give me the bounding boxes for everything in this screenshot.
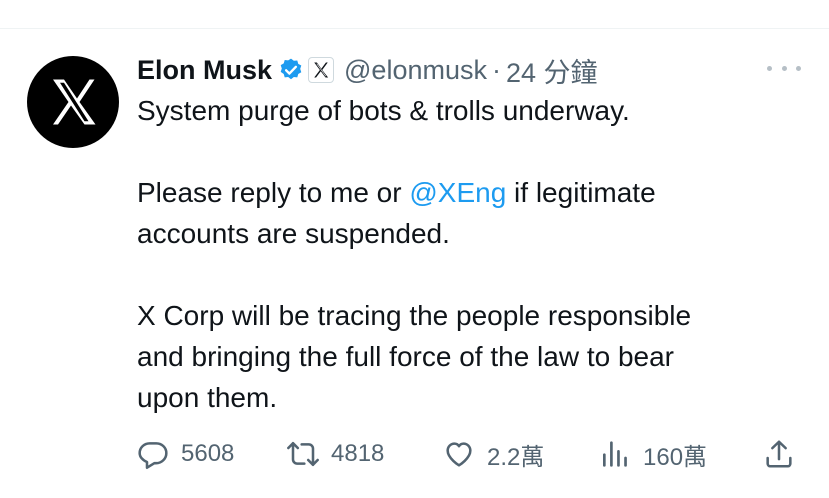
- tweet-text: System purge of bots & trolls underway. …: [137, 90, 797, 418]
- text-line: Please reply to me or @XEng if legitimat…: [137, 177, 656, 208]
- text-line: System purge of bots & trolls underway.: [137, 95, 630, 126]
- affiliate-x-icon[interactable]: [308, 57, 335, 83]
- x-logo-icon: [53, 79, 96, 125]
- repost-icon: [287, 441, 319, 467]
- reply-icon: [138, 442, 168, 469]
- reply-count: 5608: [181, 440, 235, 467]
- action-bar: 5608 4818 2.2萬 160萬: [137, 432, 807, 476]
- text-line: X Corp will be tracing the people respon…: [137, 300, 692, 331]
- like-button[interactable]: 2.2萬: [443, 432, 544, 476]
- repost-count: 4818: [331, 440, 385, 467]
- views-icon: [603, 441, 627, 467]
- repost-button[interactable]: 4818: [287, 432, 384, 476]
- author-handle[interactable]: @elonmusk: [344, 55, 487, 86]
- like-icon: [446, 442, 472, 467]
- share-button[interactable]: [763, 432, 795, 476]
- divider: [0, 28, 829, 29]
- share-icon: [766, 440, 792, 468]
- more-icon[interactable]: [767, 58, 801, 78]
- views-count: 160萬: [643, 443, 708, 471]
- like-count: 2.2萬: [487, 443, 545, 471]
- reply-button[interactable]: 5608: [137, 432, 234, 476]
- tweet-header: Elon Musk @elonmusk · 24 分鐘: [137, 50, 749, 90]
- tweet-card[interactable]: Elon Musk @elonmusk · 24 分鐘 System purge…: [0, 0, 829, 498]
- author-name[interactable]: Elon Musk: [137, 55, 272, 86]
- text-line: and bringing the full force of the law t…: [137, 341, 675, 372]
- verified-badge-icon: [280, 58, 302, 80]
- separator-dot: ·: [491, 54, 501, 85]
- timestamp[interactable]: 24 分鐘: [506, 51, 598, 90]
- text-line: accounts are suspended.: [137, 218, 450, 249]
- text-line: upon them.: [137, 382, 278, 413]
- mention-link[interactable]: @XEng: [409, 177, 506, 208]
- views-button[interactable]: 160萬: [599, 432, 707, 476]
- avatar[interactable]: [27, 56, 119, 148]
